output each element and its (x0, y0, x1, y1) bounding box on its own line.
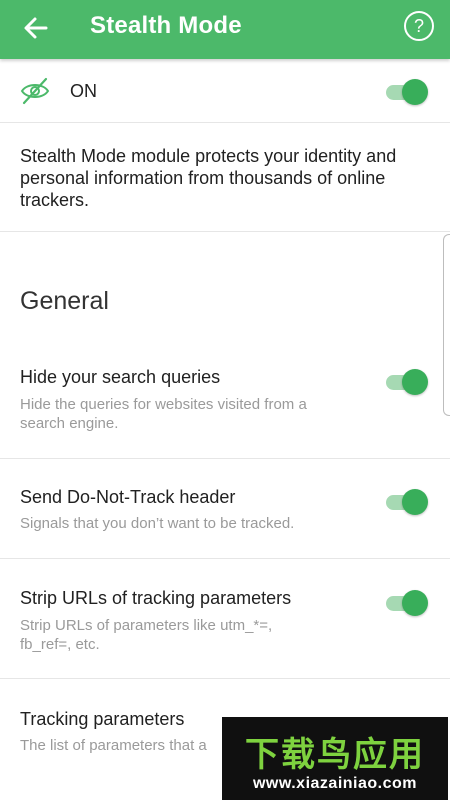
setting-title: Strip URLs of tracking parameters (20, 588, 292, 608)
eye-off-icon (20, 77, 50, 105)
setting-do-not-track[interactable]: Send Do-Not-Track header Signals that yo… (0, 459, 450, 559)
setting-title: Hide your search queries (20, 367, 221, 387)
module-description: Stealth Mode module protects your identi… (0, 123, 450, 232)
status-label: ON (70, 81, 97, 101)
setting-title: Tracking parameters (20, 709, 185, 729)
setting-subtitle: Hide the queries for websites visited fr… (20, 396, 307, 432)
strip-urls-toggle[interactable] (386, 590, 428, 616)
setting-title: Send Do-Not-Track header (20, 487, 236, 507)
stealth-mode-status-row: ON (0, 59, 450, 123)
setting-strip-urls[interactable]: Strip URLs of tracking parameters Strip … (0, 559, 450, 679)
do-not-track-toggle[interactable] (386, 489, 428, 515)
watermark-logo: 下载鸟应用 www.xiazainiao.com (222, 717, 448, 800)
section-title-general: General (20, 287, 109, 315)
watermark-url: www.xiazainiao.com (252, 775, 417, 792)
setting-hide-search-queries[interactable]: Hide your search queries Hide the querie… (0, 345, 450, 459)
toggle-thumb (402, 369, 428, 395)
toggle-thumb (402, 590, 428, 616)
toggle-thumb (402, 489, 428, 515)
page-title: Stealth Mode (90, 12, 242, 39)
stealth-mode-toggle[interactable] (386, 79, 428, 105)
description-text: Stealth Mode module protects your identi… (20, 146, 397, 210)
question-circle-icon[interactable]: ? (404, 11, 434, 41)
setting-subtitle: Strip URLs of parameters like utm_*=, fb… (20, 617, 273, 653)
toggle-thumb (402, 79, 428, 105)
setting-subtitle: Signals that you don’t want to be tracke… (20, 515, 295, 532)
watermark-brand: 下载鸟应用 (245, 735, 425, 775)
app-bar: Stealth Mode ? (0, 0, 450, 59)
arrow-left-icon[interactable] (18, 10, 54, 46)
scrollbar[interactable] (443, 234, 450, 416)
hide-search-queries-toggle[interactable] (386, 369, 428, 395)
